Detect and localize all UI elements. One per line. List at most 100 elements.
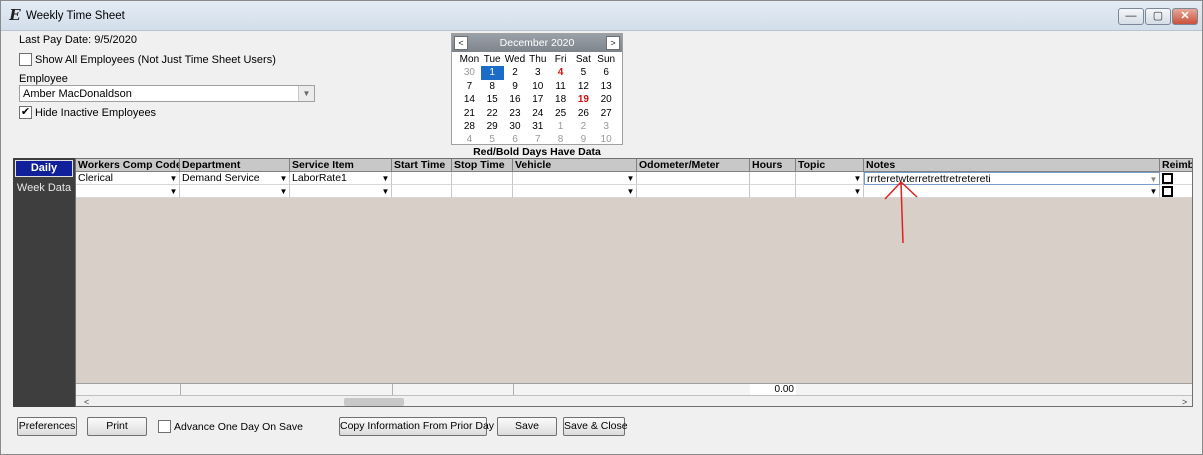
- cell-vehicle[interactable]: ▼: [513, 185, 637, 198]
- save-and-close-button[interactable]: Save & Close: [563, 417, 628, 436]
- calendar-prev-button[interactable]: <: [454, 36, 468, 50]
- chevron-down-icon[interactable]: ▼: [279, 187, 288, 196]
- calendar-day[interactable]: 10: [595, 133, 618, 146]
- scroll-thumb[interactable]: [344, 398, 404, 406]
- calendar-day[interactable]: 18: [549, 93, 572, 106]
- calendar-day[interactable]: 2: [504, 66, 527, 79]
- chevron-down-icon[interactable]: ▼: [169, 187, 178, 196]
- cell-service-item[interactable]: ▼: [290, 185, 392, 198]
- scroll-right-arrow[interactable]: >: [1182, 396, 1187, 406]
- column-header-vehicle[interactable]: Vehicle: [513, 159, 637, 172]
- calendar-day[interactable]: 15: [481, 93, 504, 106]
- calendar-day[interactable]: 30: [458, 66, 481, 79]
- calendar-day[interactable]: 8: [481, 80, 504, 93]
- copy-prior-day-button[interactable]: Copy Information From Prior Day: [339, 417, 494, 436]
- calendar-day[interactable]: 8: [549, 133, 572, 146]
- calendar-day[interactable]: 5: [572, 66, 595, 79]
- calendar-day[interactable]: 7: [458, 80, 481, 93]
- column-header-topic[interactable]: Topic: [796, 159, 864, 172]
- cell-topic[interactable]: ▼: [796, 172, 864, 185]
- chevron-down-icon[interactable]: ▼: [1149, 187, 1158, 196]
- cell-workers-comp-code[interactable]: Clerical ▼: [76, 172, 180, 185]
- cell-vehicle[interactable]: ▼: [513, 172, 637, 185]
- calendar-day[interactable]: 6: [595, 66, 618, 79]
- calendar-day[interactable]: 2: [572, 120, 595, 133]
- calendar-day[interactable]: 10: [526, 80, 549, 93]
- cell-stop-time[interactable]: [452, 185, 513, 198]
- print-button[interactable]: Print: [87, 417, 147, 436]
- calendar-day[interactable]: 17: [526, 93, 549, 106]
- cell-start-time[interactable]: [392, 185, 452, 198]
- calendar-day[interactable]: 1: [549, 120, 572, 133]
- calendar-day[interactable]: 3: [526, 66, 549, 79]
- close-button[interactable]: ✕: [1172, 8, 1198, 25]
- show-all-employees-checkbox[interactable]: [19, 53, 32, 66]
- cell-odometer[interactable]: [637, 172, 750, 185]
- calendar-day[interactable]: 27: [595, 107, 618, 120]
- chevron-down-icon[interactable]: ▼: [853, 187, 862, 196]
- calendar-day[interactable]: 28: [458, 120, 481, 133]
- calendar-day[interactable]: 25: [549, 107, 572, 120]
- calendar-day[interactable]: 5: [481, 133, 504, 146]
- chevron-down-icon[interactable]: ▼: [169, 174, 178, 183]
- calendar-day[interactable]: 24: [526, 107, 549, 120]
- column-header-department[interactable]: Department: [180, 159, 290, 172]
- preferences-button[interactable]: Preferences: [17, 417, 77, 436]
- cell-reimb[interactable]: [1160, 185, 1192, 198]
- cell-department[interactable]: Demand Service ▼: [180, 172, 290, 185]
- column-header-start-time[interactable]: Start Time: [392, 159, 452, 172]
- hide-inactive-checkbox[interactable]: ✔: [19, 106, 32, 119]
- column-header-reimb[interactable]: Reimb: [1160, 159, 1192, 172]
- calendar-day[interactable]: 23: [504, 107, 527, 120]
- cell-hours[interactable]: [750, 172, 796, 185]
- calendar-day[interactable]: 16: [504, 93, 527, 106]
- tab-week-data[interactable]: Week Data: [13, 182, 75, 194]
- horizontal-scrollbar[interactable]: < >: [76, 395, 1192, 406]
- column-header-service-item[interactable]: Service Item: [290, 159, 392, 172]
- cell-start-time[interactable]: [392, 172, 452, 185]
- calendar-day[interactable]: 7: [526, 133, 549, 146]
- calendar-day[interactable]: 26: [572, 107, 595, 120]
- chevron-down-icon[interactable]: ▼: [279, 174, 288, 183]
- cell-reimb[interactable]: [1160, 172, 1192, 185]
- column-header-odometer-meter[interactable]: Odometer/Meter: [637, 159, 750, 172]
- calendar-day[interactable]: 9: [504, 80, 527, 93]
- cell-department[interactable]: ▼: [180, 185, 290, 198]
- calendar-day[interactable]: 30: [504, 120, 527, 133]
- maximize-button[interactable]: ▢: [1145, 8, 1171, 25]
- column-header-hours[interactable]: Hours: [750, 159, 796, 172]
- calendar-day[interactable]: 6: [504, 133, 527, 146]
- calendar-day[interactable]: 9: [572, 133, 595, 146]
- chevron-down-icon[interactable]: ▼: [853, 174, 862, 183]
- chevron-down-icon[interactable]: ▼: [626, 187, 635, 196]
- scroll-left-arrow[interactable]: <: [84, 396, 89, 406]
- calendar-day[interactable]: 3: [595, 120, 618, 133]
- calendar-day[interactable]: 20: [595, 93, 618, 106]
- calendar-day[interactable]: 4: [549, 66, 572, 79]
- tab-daily[interactable]: Daily: [15, 160, 73, 177]
- reimb-checkbox[interactable]: [1162, 173, 1173, 184]
- employee-select[interactable]: Amber MacDonaldson ▼: [19, 85, 315, 102]
- column-header-stop-time[interactable]: Stop Time: [452, 159, 513, 172]
- column-header-notes[interactable]: Notes: [864, 159, 1160, 172]
- calendar-day[interactable]: 29: [481, 120, 504, 133]
- calendar-day[interactable]: 11: [549, 80, 572, 93]
- reimb-checkbox[interactable]: [1162, 186, 1173, 197]
- cell-service-item[interactable]: LaborRate1 ▼: [290, 172, 392, 185]
- chevron-down-icon[interactable]: ▼: [298, 86, 314, 101]
- chevron-down-icon[interactable]: ▼: [1149, 175, 1158, 184]
- advance-one-day-checkbox[interactable]: [158, 420, 171, 433]
- calendar-day[interactable]: 14: [458, 93, 481, 106]
- cell-stop-time[interactable]: [452, 172, 513, 185]
- calendar-day[interactable]: 21: [458, 107, 481, 120]
- cell-workers-comp-code[interactable]: ▼: [76, 185, 180, 198]
- calendar-day[interactable]: 4: [458, 133, 481, 146]
- calendar-next-button[interactable]: >: [606, 36, 620, 50]
- calendar-day[interactable]: 31: [526, 120, 549, 133]
- save-button[interactable]: Save: [497, 417, 557, 436]
- calendar-day[interactable]: 19: [572, 93, 595, 106]
- calendar-day[interactable]: 1: [480, 66, 504, 80]
- chevron-down-icon[interactable]: ▼: [381, 174, 390, 183]
- column-header-workers-comp-code[interactable]: Workers Comp Code: [76, 159, 180, 172]
- cell-topic[interactable]: ▼: [796, 185, 864, 198]
